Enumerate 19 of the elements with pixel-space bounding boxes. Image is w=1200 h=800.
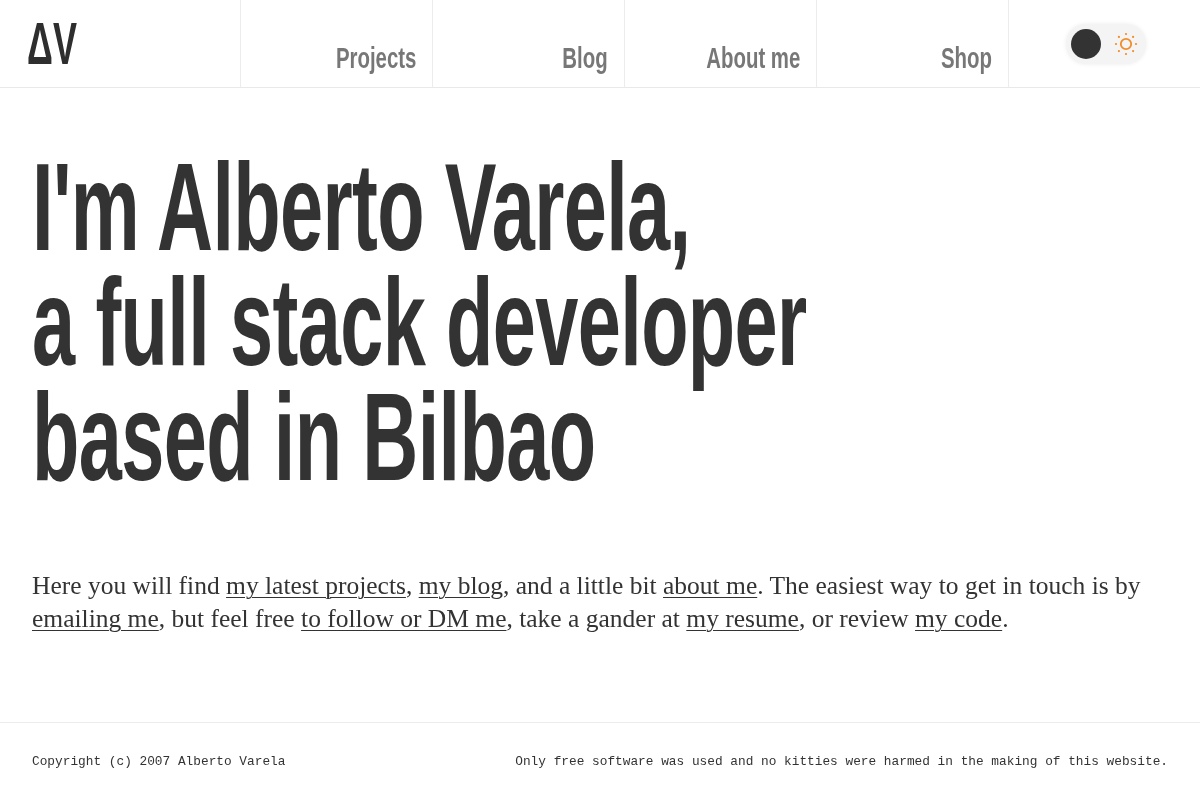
text-link[interactable]: about me xyxy=(663,571,758,600)
nav-link[interactable]: Shop xyxy=(816,0,1008,87)
nav-link[interactable]: Projects xyxy=(240,0,432,87)
toggle-knob xyxy=(1070,28,1101,59)
text-link[interactable]: my latest projects xyxy=(226,571,406,600)
text-link[interactable]: my code xyxy=(915,604,1003,633)
nav-link[interactable]: Blog xyxy=(432,0,624,87)
theme-toggle[interactable] xyxy=(1065,23,1146,64)
nav-link[interactable]: About me xyxy=(624,0,816,87)
footer-note: Only free software was used and no kitties were harmed in the making of this website. xyxy=(515,754,1168,769)
text-link[interactable]: to follow or DM me xyxy=(301,604,507,633)
sun-icon xyxy=(1113,31,1138,56)
site-logo[interactable]: ΔV xyxy=(27,21,77,67)
text-link[interactable]: my resume xyxy=(686,604,799,633)
copyright-text: Copyright (c) 2007 Alberto Varela xyxy=(32,754,286,769)
intro-paragraph: Here you will find my latest projects, my blog, and a little bit about me. The easiest way to get in touch is by emailing me, but feel free to follow or DM me, take a gander at my resume, or review my code. xyxy=(32,570,1142,635)
text-link[interactable]: emailing me xyxy=(32,604,159,633)
text-link[interactable]: my blog xyxy=(418,571,503,600)
hero-heading: I'm Alberto Varela, a full stack developer based in Bilbao xyxy=(32,149,807,494)
